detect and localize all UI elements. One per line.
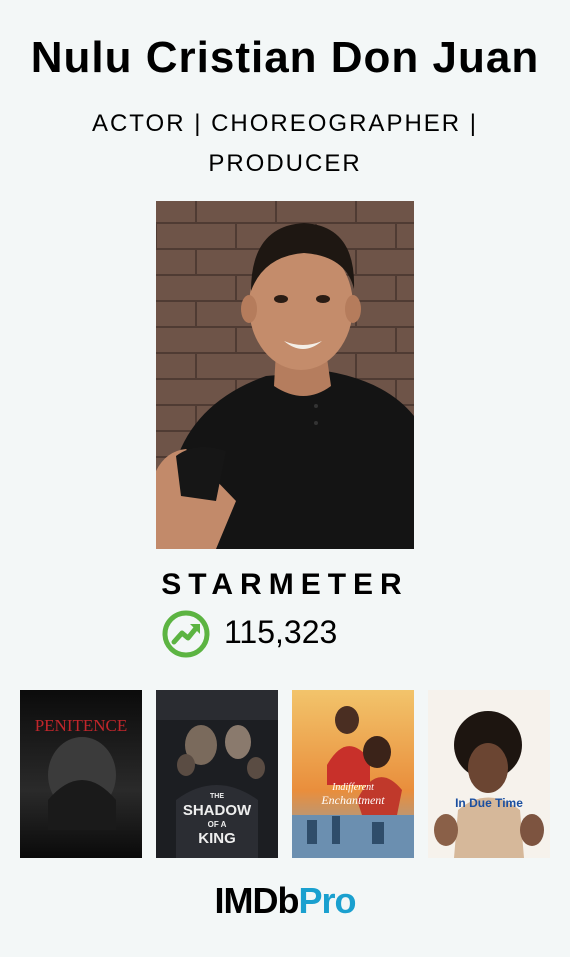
imdb-wordmark: IMDb (214, 880, 300, 921)
pro-wordmark: Pro (298, 880, 356, 921)
poster-in-due-time[interactable]: In Due Time (428, 690, 550, 858)
poster-indifferent-enchantment[interactable]: Indifferent Enchantment (292, 690, 414, 858)
poster-title: In Due Time (455, 796, 523, 810)
profile-name: Nulu Cristian Don Juan (30, 33, 540, 82)
headshot-photo (156, 201, 414, 549)
poster-title: Indifferent Enchantment (321, 782, 385, 807)
poster-shadow-of-a-king[interactable]: THE SHADOW OF A KING (156, 690, 278, 858)
starmeter-value: 115,323 (224, 614, 338, 650)
profile-roles: ACTOR | CHOREOGRAPHER | PRODUCER (40, 104, 530, 184)
poster-penitence[interactable]: PENITENCE (20, 690, 142, 858)
imdbpro-logo[interactable]: IMDbPro (0, 880, 570, 922)
roles-line-1: ACTOR | CHOREOGRAPHER | (91, 110, 479, 137)
poster-title: PENITENCE (34, 716, 128, 735)
poster-title: THE SHADOW OF A KING (182, 793, 252, 847)
trend-up-icon (162, 610, 210, 658)
roles-line-2: PRODUCER (208, 150, 362, 177)
starmeter-label: STARMETER (161, 568, 409, 601)
